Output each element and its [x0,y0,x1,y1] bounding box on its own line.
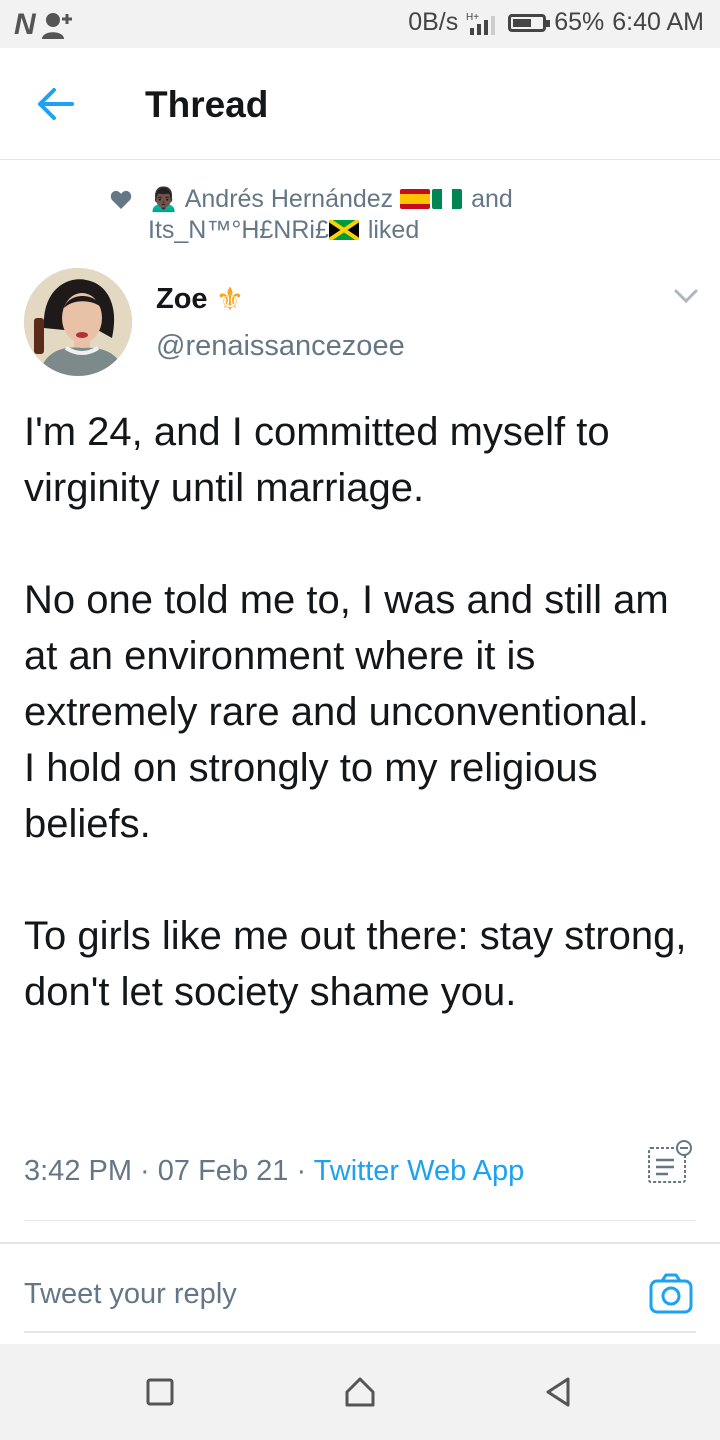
back-triangle-icon[interactable] [540,1374,576,1410]
tweet-source[interactable]: Twitter Web App [314,1155,525,1187]
author-name[interactable]: Zoe ⚜ [156,280,244,318]
n-icon: N [14,8,36,41]
person-emoji: 🙍🏿‍♂️ [148,185,180,213]
reply-input[interactable]: Tweet your reply [24,1278,237,1311]
svg-text:H+: H+ [466,12,479,23]
battery-fill [513,18,532,27]
battery-percent: 65% [554,8,605,36]
page-title: Thread [145,84,269,125]
tweet-meta: 3:42 PM · 07 Feb 21 · Twitter Web App [24,1155,524,1188]
tweet-text: I'm 24, and I committed myself to virgin… [24,404,694,1020]
tweet-paragraph-2: No one told me to, I was and still am at… [24,578,669,734]
status-time: 6:40 AM [612,8,704,36]
avatar-image [24,268,132,376]
camera-icon[interactable] [648,1272,694,1316]
thread-header: Thread [0,48,720,160]
recents-square-icon[interactable] [142,1374,178,1410]
divider [24,1331,696,1333]
divider [0,1242,720,1244]
tweet-time: 3:42 PM [24,1155,132,1187]
home-circle-icon[interactable] [342,1374,378,1410]
liker-name-2[interactable]: Its_N™°H£NRi£ [148,216,329,244]
spain-flag [400,189,431,209]
author-handle[interactable]: @renaissancezoee [156,330,405,363]
chevron-down-icon[interactable] [672,286,700,306]
signal-icon: H+ [466,12,496,35]
heart-icon [110,190,132,209]
battery-icon [508,13,551,32]
liked-text: liked [367,216,420,244]
avatar[interactable] [24,268,132,376]
meta-separator: · [132,1155,158,1187]
network-speed: 0B/s [408,8,459,36]
system-nav-bar [0,1344,720,1440]
arrow-left-icon[interactable] [36,86,76,122]
status-bar: N 0B/s H+ 65% 6:40 AM [0,0,720,48]
tweet-paragraph-1: I'm 24, and I committed myself to virgin… [24,410,610,510]
fleur-de-lis-icon: ⚜ [215,281,245,317]
social-context-text[interactable]: 🙍🏿‍♂️ Andrés Hernández and Its_N™°H£NRi£… [148,184,668,246]
meta-separator: · [288,1155,314,1187]
divider [24,1220,696,1221]
status-left-icons: N [14,8,75,42]
tweet-paragraph-4: To girls like me out there: stay strong,… [24,914,687,1014]
and-text: and [471,185,513,213]
tweet-date: 07 Feb 21 [157,1155,289,1187]
liker-name-1[interactable]: Andrés Hernández [185,185,393,213]
nigeria-flag [432,189,463,209]
author-name-text: Zoe [156,282,208,315]
jamaica-flag [328,220,359,240]
status-right: 0B/s H+ 65% 6:40 AM [408,8,704,37]
tweet-paragraph-3: I hold on strongly to my religious belie… [24,746,598,846]
analytics-icon[interactable] [646,1140,692,1186]
add-user-icon [41,13,72,39]
